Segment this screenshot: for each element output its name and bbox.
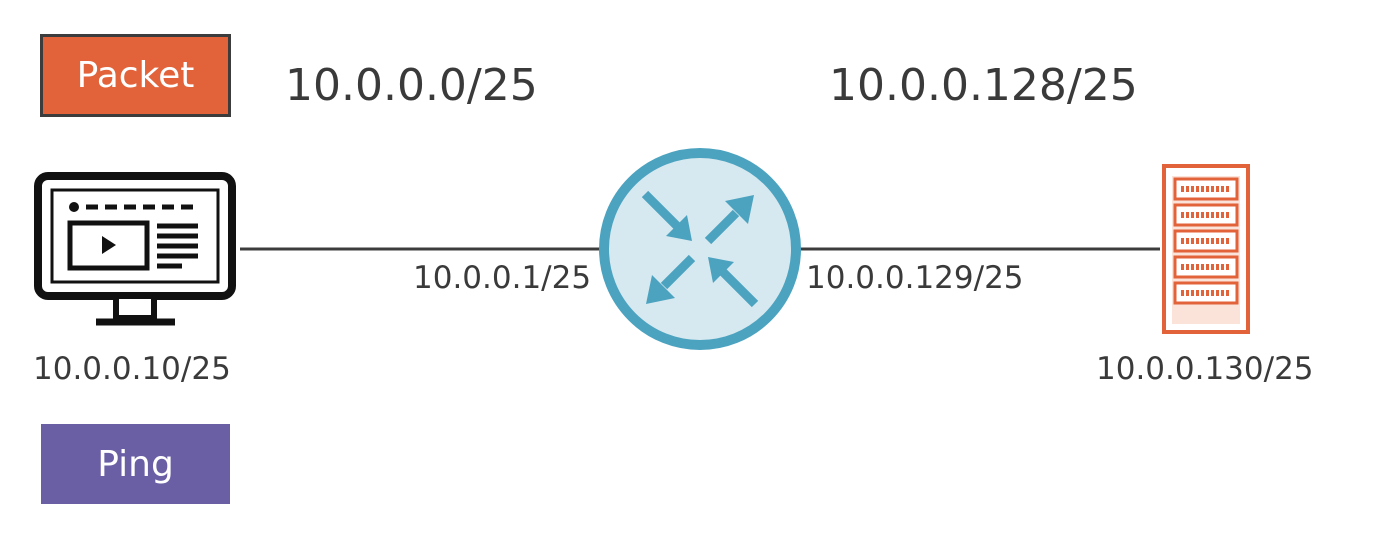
- router-left-interface-ip: 10.0.0.1/25: [413, 260, 592, 296]
- packet-badge-label: Packet: [76, 55, 195, 96]
- router-right-interface-ip: 10.0.0.129/25: [806, 260, 1024, 296]
- router-icon: [599, 148, 801, 350]
- subnet-right-label: 10.0.0.128/25: [829, 60, 1138, 111]
- server-ip-label: 10.0.0.130/25: [1096, 351, 1314, 387]
- ping-badge: Ping: [41, 424, 230, 504]
- subnet-left-label: 10.0.0.0/25: [285, 60, 538, 111]
- pc-ip-label: 10.0.0.10/25: [33, 351, 231, 387]
- ping-badge-label: Ping: [97, 443, 174, 485]
- server-rack-icon: [1162, 164, 1250, 334]
- packet-badge: Packet: [40, 34, 231, 117]
- desktop-monitor-icon: [34, 172, 236, 326]
